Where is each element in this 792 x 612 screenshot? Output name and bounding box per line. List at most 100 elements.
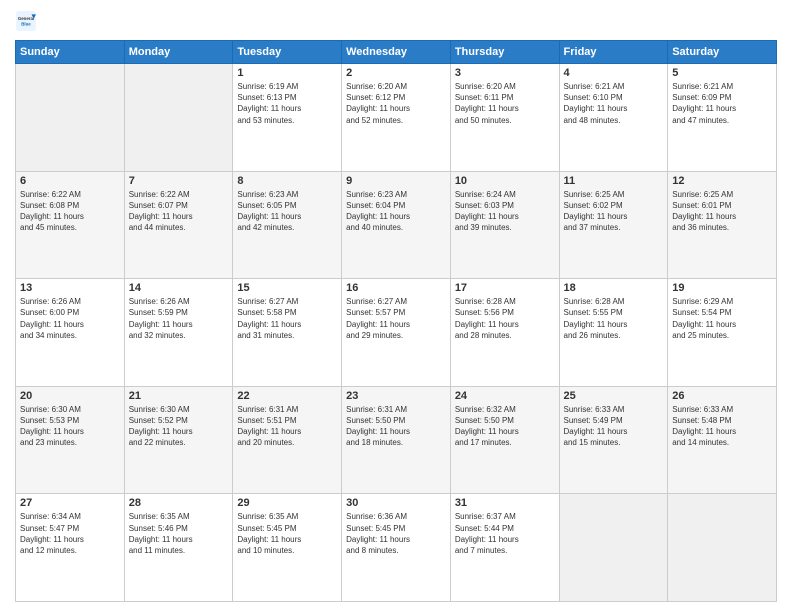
day-info: Sunrise: 6:21 AMSunset: 6:10 PMDaylight:… — [564, 81, 664, 126]
col-header-thursday: Thursday — [450, 41, 559, 64]
day-number: 18 — [564, 282, 664, 294]
day-info: Sunrise: 6:35 AMSunset: 5:45 PMDaylight:… — [237, 511, 337, 556]
day-cell: 13 Sunrise: 6:26 AMSunset: 6:00 PMDayligh… — [16, 279, 125, 387]
svg-text:General: General — [18, 16, 34, 21]
day-cell: 25 Sunrise: 6:33 AMSunset: 5:49 PMDayligh… — [559, 386, 668, 494]
day-info: Sunrise: 6:24 AMSunset: 6:03 PMDaylight:… — [455, 189, 555, 234]
day-info: Sunrise: 6:26 AMSunset: 6:00 PMDaylight:… — [20, 296, 120, 341]
day-cell: 28Sunrise: 6:35 AMSunset: 5:46 PMDayligh… — [124, 494, 233, 602]
day-info: Sunrise: 6:36 AMSunset: 5:45 PMDaylight:… — [346, 511, 446, 556]
day-number: 1 — [237, 67, 337, 79]
day-cell: 18 Sunrise: 6:28 AMSunset: 5:55 PMDayligh… — [559, 279, 668, 387]
col-header-friday: Friday — [559, 41, 668, 64]
week-row-3: 13 Sunrise: 6:26 AMSunset: 6:00 PMDayligh… — [16, 279, 777, 387]
day-info: Sunrise: 6:33 AMSunset: 5:49 PMDaylight:… — [564, 404, 664, 449]
col-header-wednesday: Wednesday — [342, 41, 451, 64]
week-row-5: 27 Sunrise: 6:34 AMSunset: 5:47 PMDayligh… — [16, 494, 777, 602]
day-info: Sunrise: 6:19 AMSunset: 6:13 PMDaylight:… — [237, 81, 337, 126]
day-info: Sunrise: 6:28 AMSunset: 5:56 PMDaylight:… — [455, 296, 555, 341]
day-cell: 9 Sunrise: 6:23 AMSunset: 6:04 PMDaylight… — [342, 171, 451, 279]
day-number: 14 — [129, 282, 229, 294]
day-number: 30 — [346, 497, 446, 509]
day-number: 28 — [129, 497, 229, 509]
day-cell: 2 Sunrise: 6:20 AMSunset: 6:12 PMDaylight… — [342, 64, 451, 172]
day-number: 16 — [346, 282, 446, 294]
day-info: Sunrise: 6:26 AMSunset: 5:59 PMDaylight:… — [129, 296, 229, 341]
logo-icon: General Blue — [15, 10, 37, 32]
header: General Blue — [15, 10, 777, 32]
day-info: Sunrise: 6:22 AMSunset: 6:08 PMDaylight:… — [20, 189, 120, 234]
day-cell: 23 Sunrise: 6:31 AMSunset: 5:50 PMDayligh… — [342, 386, 451, 494]
day-cell — [668, 494, 777, 602]
day-info: Sunrise: 6:29 AMSunset: 5:54 PMDaylight:… — [672, 296, 772, 341]
day-info: Sunrise: 6:20 AMSunset: 6:12 PMDaylight:… — [346, 81, 446, 126]
day-cell: 22 Sunrise: 6:31 AMSunset: 5:51 PMDayligh… — [233, 386, 342, 494]
week-row-1: 1 Sunrise: 6:19 AMSunset: 6:13 PMDaylight… — [16, 64, 777, 172]
calendar-table: SundayMondayTuesdayWednesdayThursdayFrid… — [15, 40, 777, 602]
day-cell: 11Sunrise: 6:25 AMSunset: 6:02 PMDayligh… — [559, 171, 668, 279]
day-cell: 17 Sunrise: 6:28 AMSunset: 5:56 PMDayligh… — [450, 279, 559, 387]
day-info: Sunrise: 6:31 AMSunset: 5:50 PMDaylight:… — [346, 404, 446, 449]
day-number: 17 — [455, 282, 555, 294]
day-number: 4 — [564, 67, 664, 79]
day-cell: 21 Sunrise: 6:30 AMSunset: 5:52 PMDayligh… — [124, 386, 233, 494]
day-number: 29 — [237, 497, 337, 509]
day-number: 15 — [237, 282, 337, 294]
day-number: 23 — [346, 390, 446, 402]
day-number: 21 — [129, 390, 229, 402]
day-cell: 26 Sunrise: 6:33 AMSunset: 5:48 PMDayligh… — [668, 386, 777, 494]
day-number: 25 — [564, 390, 664, 402]
day-number: 5 — [672, 67, 772, 79]
day-cell: 12Sunrise: 6:25 AMSunset: 6:01 PMDayligh… — [668, 171, 777, 279]
day-cell: 30 Sunrise: 6:36 AMSunset: 5:45 PMDayligh… — [342, 494, 451, 602]
day-info: Sunrise: 6:30 AMSunset: 5:53 PMDaylight:… — [20, 404, 120, 449]
day-number: 22 — [237, 390, 337, 402]
day-info: Sunrise: 6:23 AMSunset: 6:04 PMDaylight:… — [346, 189, 446, 234]
day-number: 31 — [455, 497, 555, 509]
day-info: Sunrise: 6:25 AMSunset: 6:01 PMDaylight:… — [672, 189, 772, 234]
day-cell — [124, 64, 233, 172]
day-number: 24 — [455, 390, 555, 402]
day-number: 27 — [20, 497, 120, 509]
svg-text:Blue: Blue — [21, 21, 31, 26]
day-number: 3 — [455, 67, 555, 79]
day-number: 7 — [129, 175, 229, 187]
day-number: 9 — [346, 175, 446, 187]
day-info: Sunrise: 6:34 AMSunset: 5:47 PMDaylight:… — [20, 511, 120, 556]
day-number: 8 — [237, 175, 337, 187]
day-cell — [559, 494, 668, 602]
day-info: Sunrise: 6:27 AMSunset: 5:57 PMDaylight:… — [346, 296, 446, 341]
day-cell: 4 Sunrise: 6:21 AMSunset: 6:10 PMDaylight… — [559, 64, 668, 172]
logo: General Blue — [15, 10, 39, 32]
day-info: Sunrise: 6:21 AMSunset: 6:09 PMDaylight:… — [672, 81, 772, 126]
day-cell: 14 Sunrise: 6:26 AMSunset: 5:59 PMDayligh… — [124, 279, 233, 387]
day-cell: 10Sunrise: 6:24 AMSunset: 6:03 PMDayligh… — [450, 171, 559, 279]
day-cell: 1 Sunrise: 6:19 AMSunset: 6:13 PMDaylight… — [233, 64, 342, 172]
day-number: 20 — [20, 390, 120, 402]
col-header-monday: Monday — [124, 41, 233, 64]
day-number: 19 — [672, 282, 772, 294]
day-number: 26 — [672, 390, 772, 402]
day-cell: 31Sunrise: 6:37 AMSunset: 5:44 PMDayligh… — [450, 494, 559, 602]
day-info: Sunrise: 6:32 AMSunset: 5:50 PMDaylight:… — [455, 404, 555, 449]
day-cell: 7Sunrise: 6:22 AMSunset: 6:07 PMDaylight… — [124, 171, 233, 279]
day-info: Sunrise: 6:31 AMSunset: 5:51 PMDaylight:… — [237, 404, 337, 449]
day-info: Sunrise: 6:27 AMSunset: 5:58 PMDaylight:… — [237, 296, 337, 341]
day-cell: 29 Sunrise: 6:35 AMSunset: 5:45 PMDayligh… — [233, 494, 342, 602]
day-cell: 5 Sunrise: 6:21 AMSunset: 6:09 PMDaylight… — [668, 64, 777, 172]
day-info: Sunrise: 6:30 AMSunset: 5:52 PMDaylight:… — [129, 404, 229, 449]
day-cell: 20 Sunrise: 6:30 AMSunset: 5:53 PMDayligh… — [16, 386, 125, 494]
day-cell: 15 Sunrise: 6:27 AMSunset: 5:58 PMDayligh… — [233, 279, 342, 387]
week-row-2: 6 Sunrise: 6:22 AMSunset: 6:08 PMDaylight… — [16, 171, 777, 279]
calendar-header-row: SundayMondayTuesdayWednesdayThursdayFrid… — [16, 41, 777, 64]
day-number: 2 — [346, 67, 446, 79]
day-number: 13 — [20, 282, 120, 294]
day-cell: 27 Sunrise: 6:34 AMSunset: 5:47 PMDayligh… — [16, 494, 125, 602]
day-cell: 6 Sunrise: 6:22 AMSunset: 6:08 PMDaylight… — [16, 171, 125, 279]
day-cell: 16 Sunrise: 6:27 AMSunset: 5:57 PMDayligh… — [342, 279, 451, 387]
day-number: 6 — [20, 175, 120, 187]
col-header-tuesday: Tuesday — [233, 41, 342, 64]
day-info: Sunrise: 6:33 AMSunset: 5:48 PMDaylight:… — [672, 404, 772, 449]
day-info: Sunrise: 6:28 AMSunset: 5:55 PMDaylight:… — [564, 296, 664, 341]
day-cell: 24 Sunrise: 6:32 AMSunset: 5:50 PMDayligh… — [450, 386, 559, 494]
